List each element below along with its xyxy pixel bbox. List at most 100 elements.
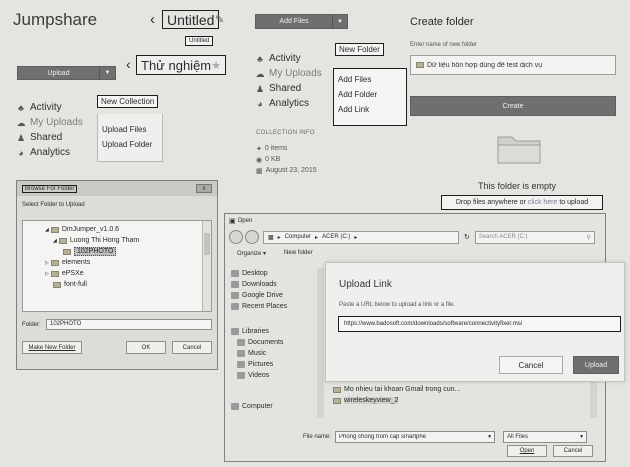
nav-downloads[interactable]: Downloads bbox=[231, 279, 321, 290]
upload-link-cancel-button[interactable]: Cancel bbox=[499, 356, 563, 374]
chart-icon: ◕ bbox=[18, 147, 24, 158]
search-input[interactable]: Search ACER (C:) ⚲ bbox=[474, 230, 595, 244]
add-files-button[interactable]: Add Files ▼ bbox=[255, 14, 348, 29]
filename-value: Phong chong trom cap smartphe bbox=[339, 434, 427, 440]
create-button[interactable]: Create bbox=[410, 96, 616, 116]
nav-label: Pictures bbox=[248, 361, 274, 368]
tree-item[interactable]: ▷ ePSXe bbox=[43, 268, 211, 279]
chevron-down-icon[interactable]: ▼ bbox=[487, 434, 492, 440]
url-value: https://www.badosoft.com/downloads/softw… bbox=[344, 321, 523, 327]
nav-activity[interactable]: ♣ Activity bbox=[255, 51, 322, 66]
nav-google-drive[interactable]: Google Drive bbox=[231, 290, 321, 301]
nav-label: Downloads bbox=[242, 281, 277, 288]
filename-row: File name: Phong chong trom cap smartphe… bbox=[303, 431, 588, 443]
path-segment[interactable]: Computer bbox=[285, 234, 311, 240]
open-cancel-button[interactable]: Cancel bbox=[553, 445, 593, 457]
new-folder-button[interactable]: New folder bbox=[284, 250, 313, 256]
file-item[interactable]: Mo nhieu tai khoan Gmail trong cun... bbox=[333, 384, 595, 395]
path-segment[interactable]: ACER (C:) bbox=[322, 234, 350, 240]
open-title-bar: ▣ Open bbox=[225, 214, 605, 228]
chevron-down-icon: ▼ bbox=[104, 70, 111, 76]
chevron-down-icon: ▼ bbox=[337, 18, 343, 25]
url-input[interactable]: https://www.badosoft.com/downloads/softw… bbox=[338, 316, 621, 332]
upload-button[interactable]: Upload ▼ bbox=[17, 66, 116, 80]
folder-tree[interactable]: ◢ DmJumper_v1.0.6 ◢ Luong Thi Hong Tham 10… bbox=[22, 220, 212, 312]
add-link-item[interactable]: Add Link bbox=[334, 102, 406, 117]
open-button[interactable]: Open bbox=[507, 445, 547, 457]
nav-videos[interactable]: Videos bbox=[231, 370, 321, 381]
rename-field[interactable]: Thử nghiệm ★ bbox=[136, 55, 226, 75]
untitled-title[interactable]: Untitled bbox=[162, 10, 220, 29]
file-label: wireleskeyview_2 bbox=[344, 397, 399, 404]
drop-hint: Drop files anywhere or click here to upl… bbox=[441, 195, 603, 210]
nav-shared[interactable]: ♟ Shared bbox=[16, 130, 83, 145]
new-collection-label: New Collection bbox=[101, 97, 155, 106]
nav-pictures[interactable]: Pictures bbox=[231, 359, 321, 370]
libraries-icon bbox=[231, 328, 239, 335]
scroll-thumb[interactable] bbox=[204, 233, 210, 255]
upload-folder-item[interactable]: Upload Folder bbox=[98, 137, 162, 152]
path-bar[interactable]: ▩ ▸ Computer ▸ ACER (C:) ▸ bbox=[263, 230, 459, 244]
upload-dropdown-toggle[interactable]: ▼ bbox=[99, 67, 115, 79]
back-chevron-2[interactable]: ‹ bbox=[126, 56, 131, 72]
cancel-button[interactable]: Cancel bbox=[172, 341, 212, 354]
new-folder-item[interactable]: New Folder bbox=[335, 43, 384, 56]
tree-item[interactable]: font-full bbox=[43, 279, 211, 290]
nav-scrollbar[interactable] bbox=[317, 268, 324, 418]
nav-label: My Uploads bbox=[269, 68, 322, 79]
nav-computer[interactable]: Computer bbox=[231, 401, 321, 412]
folder-icon bbox=[58, 237, 67, 244]
nav-label: Libraries bbox=[242, 328, 269, 335]
click-here-link[interactable]: click here bbox=[528, 199, 558, 206]
new-collection-item[interactable]: New Collection bbox=[97, 95, 159, 108]
tree-scrollbar[interactable] bbox=[202, 221, 211, 311]
computer-icon: ▩ bbox=[268, 234, 274, 241]
nav-analytics[interactable]: ◕ Analytics bbox=[255, 96, 322, 111]
filename-input[interactable]: Phong chong trom cap smartphe ▼ bbox=[335, 431, 496, 443]
back-chevron[interactable]: ‹ bbox=[150, 11, 155, 28]
file-type-select[interactable]: All Files ▼ bbox=[503, 431, 588, 443]
back-arrow-icon[interactable] bbox=[229, 230, 243, 244]
add-files-dropdown-toggle[interactable]: ▼ bbox=[332, 15, 347, 28]
cloud-icon: ☁ bbox=[255, 68, 265, 79]
tree-item[interactable]: ◢ DmJumper_v1.0.6 bbox=[43, 224, 211, 235]
nav-analytics[interactable]: ◕ Analytics bbox=[16, 145, 83, 160]
nav-label: Videos bbox=[248, 372, 270, 379]
nav-documents[interactable]: Documents bbox=[231, 337, 321, 348]
organize-button[interactable]: Organize ▾ bbox=[237, 250, 266, 257]
upload-files-item[interactable]: Upload Files bbox=[98, 122, 162, 137]
file-item[interactable]: wireleskeyview_2 bbox=[333, 395, 595, 406]
nav-recent-places[interactable]: Recent Places bbox=[231, 301, 321, 312]
tree-item-selected[interactable]: 102PHOTO bbox=[43, 246, 211, 257]
nav-activity[interactable]: ♣ Activity bbox=[16, 100, 83, 115]
size-value: 0 KB bbox=[265, 156, 281, 163]
ok-button[interactable]: OK bbox=[126, 341, 166, 354]
nav-my-uploads[interactable]: ☁ My Uploads bbox=[16, 115, 83, 130]
folder-field-input[interactable]: 102PHOTO bbox=[46, 319, 212, 330]
downloads-icon bbox=[231, 281, 239, 288]
nav-desktop[interactable]: Desktop bbox=[231, 268, 321, 279]
close-icon[interactable]: x bbox=[196, 184, 212, 193]
tree-item[interactable]: ▷ elements bbox=[43, 257, 211, 268]
forward-arrow-icon[interactable] bbox=[245, 230, 259, 244]
upload-link-upload-button[interactable]: Upload bbox=[573, 356, 619, 374]
make-new-folder-button[interactable]: Make New Folder bbox=[22, 341, 82, 354]
nav-my-uploads[interactable]: ☁ My Uploads bbox=[255, 66, 322, 81]
refresh-icon[interactable]: ↻ bbox=[464, 233, 470, 241]
nav-label: My Uploads bbox=[30, 117, 83, 128]
folder-field-row: Folder: 102PHOTO bbox=[22, 319, 212, 330]
folder-icon bbox=[63, 248, 71, 255]
nav-music[interactable]: Music bbox=[231, 348, 321, 359]
add-folder-item[interactable]: Add Folder bbox=[334, 87, 406, 102]
nav-label: Analytics bbox=[269, 98, 310, 109]
add-files-item[interactable]: Add Files bbox=[334, 72, 406, 87]
tree-item[interactable]: ◢ Luong Thi Hong Tham bbox=[43, 235, 211, 246]
pencil-icon[interactable]: ✎ bbox=[215, 13, 224, 26]
folder-field-label: Folder: bbox=[22, 321, 41, 328]
nav-libraries[interactable]: Libraries bbox=[231, 326, 321, 337]
star-icon[interactable]: ★ bbox=[211, 59, 221, 72]
folder-name-input[interactable]: Dữ liệu hỗn hợp dùng để test dịch vụ bbox=[410, 55, 616, 75]
untitled-label: Untitled bbox=[167, 11, 215, 28]
items-icon: ✦ bbox=[256, 145, 262, 153]
nav-shared[interactable]: ♟ Shared bbox=[255, 81, 322, 96]
